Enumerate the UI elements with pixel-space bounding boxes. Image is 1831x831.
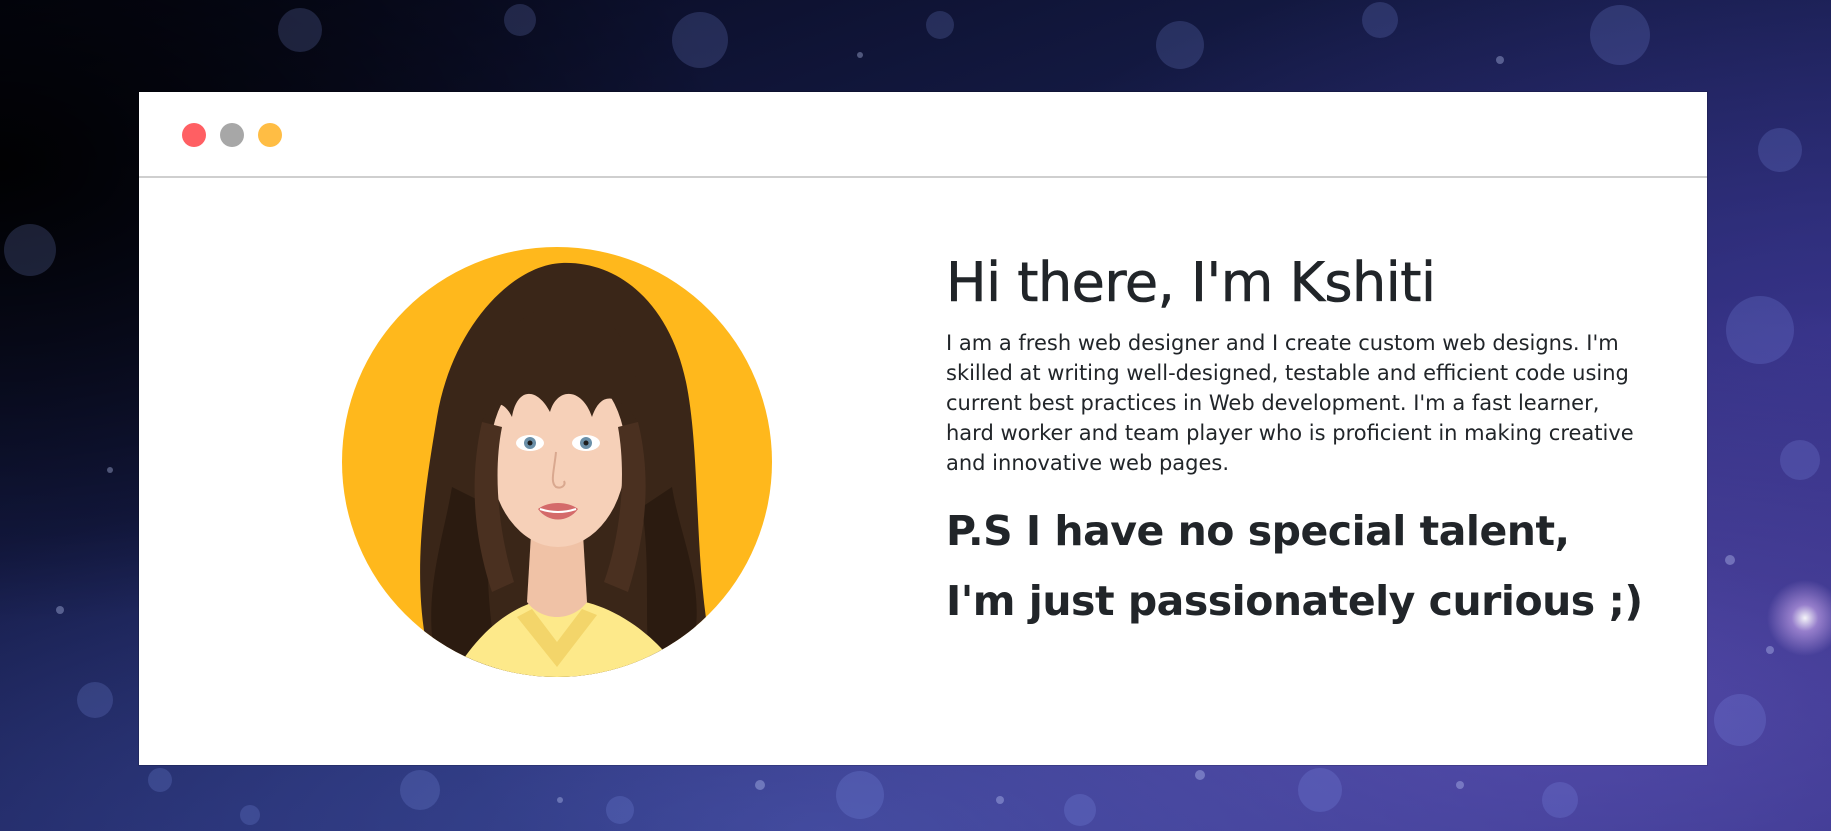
profile-photo bbox=[342, 247, 772, 677]
portrait-illustration bbox=[420, 262, 717, 677]
hero-section: Hi there, I'm Kshiti I am a fresh web de… bbox=[139, 178, 1707, 765]
ps-note: P.S I have no special talent, I'm just p… bbox=[946, 507, 1643, 626]
close-dot[interactable] bbox=[182, 123, 206, 147]
minimize-dot[interactable] bbox=[220, 123, 244, 147]
browser-window: Hi there, I'm Kshiti I am a fresh web de… bbox=[139, 92, 1707, 765]
bio-paragraph: I am a fresh web designer and I create c… bbox=[946, 331, 1634, 476]
page-title: Hi there, I'm Kshiti bbox=[946, 251, 1437, 314]
window-titlebar bbox=[139, 92, 1707, 178]
maximize-dot[interactable] bbox=[258, 123, 282, 147]
intro-text: Hi there, I'm Kshiti I am a fresh web de… bbox=[946, 251, 1646, 636]
